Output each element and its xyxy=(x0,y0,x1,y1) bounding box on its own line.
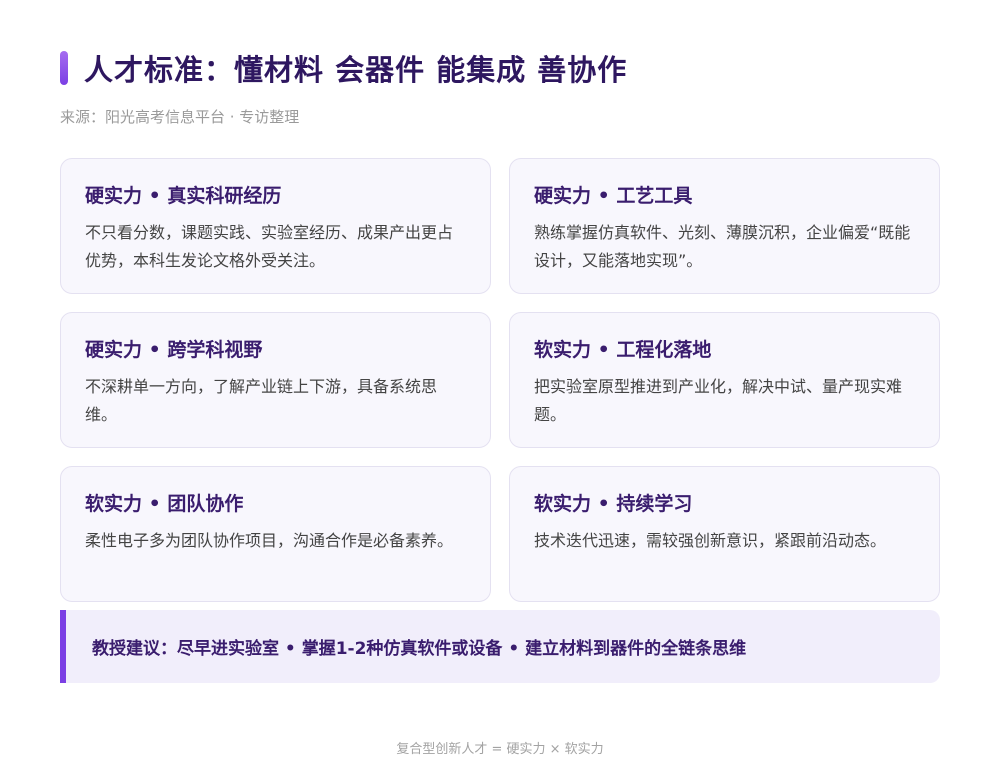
card-teamwork: 软实力 • 团队协作 柔性电子多为团队协作项目，沟通合作是必备素养。 xyxy=(60,466,491,602)
source-note: 来源：阳光高考信息平台 · 专访整理 xyxy=(60,108,300,126)
professor-advice-box: 教授建议：尽早进实验室 • 掌握1-2种仿真软件或设备 • 建立材料到器件的全链… xyxy=(60,610,940,683)
card-body: 技术迭代迅速，需较强创新意识，紧跟前沿动态。 xyxy=(534,531,887,550)
card-body: 不只看分数，课题实践、实验室经历、成果产出更占优势，本科生发论文格外受关注。 xyxy=(85,223,454,270)
card-title: 硬实力 • 工艺工具 xyxy=(534,185,693,207)
card-title: 软实力 • 工程化落地 xyxy=(534,339,712,361)
page-title: 人才标准：懂材料 会器件 能集成 善协作 xyxy=(84,53,628,87)
card-engineering: 软实力 • 工程化落地 把实验室原型推进到产业化，解决中试、量产现实难题。 xyxy=(509,312,940,448)
card-title: 软实力 • 持续学习 xyxy=(534,493,693,515)
card-body: 柔性电子多为团队协作项目，沟通合作是必备素养。 xyxy=(85,531,454,550)
title-row: 人才标准：懂材料 会器件 能集成 善协作 xyxy=(60,50,628,87)
card-continuous-learning: 软实力 • 持续学习 技术迭代迅速，需较强创新意识，紧跟前沿动态。 xyxy=(509,466,940,602)
card-title: 硬实力 • 跨学科视野 xyxy=(85,339,263,361)
advice-text: 教授建议：尽早进实验室 • 掌握1-2种仿真软件或设备 • 建立材料到器件的全链… xyxy=(92,639,747,659)
card-body: 熟练掌握仿真软件、光刻、薄膜沉积，企业偏爱“既能设计，又能落地实现”。 xyxy=(534,223,911,270)
footer-formula: 复合型创新人才 = 硬实力 × 软实力 xyxy=(396,742,604,757)
card-title: 硬实力 • 真实科研经历 xyxy=(85,185,282,207)
card-title: 软实力 • 团队协作 xyxy=(85,493,244,515)
card-research-experience: 硬实力 • 真实科研经历 不只看分数，课题实践、实验室经历、成果产出更占优势，本… xyxy=(60,158,491,294)
talent-card-grid: 硬实力 • 真实科研经历 不只看分数，课题实践、实验室经历、成果产出更占优势，本… xyxy=(60,158,940,602)
title-accent-bar xyxy=(60,51,68,85)
card-body: 把实验室原型推进到产业化，解决中试、量产现实难题。 xyxy=(534,377,903,424)
card-body: 不深耕单一方向，了解产业链上下游，具备系统思维。 xyxy=(85,377,438,424)
card-process-tools: 硬实力 • 工艺工具 熟练掌握仿真软件、光刻、薄膜沉积，企业偏爱“既能设计，又能… xyxy=(509,158,940,294)
page: 人才标准：懂材料 会器件 能集成 善协作 来源：阳光高考信息平台 · 专访整理 … xyxy=(0,0,1000,761)
card-cross-discipline: 硬实力 • 跨学科视野 不深耕单一方向，了解产业链上下游，具备系统思维。 xyxy=(60,312,491,448)
